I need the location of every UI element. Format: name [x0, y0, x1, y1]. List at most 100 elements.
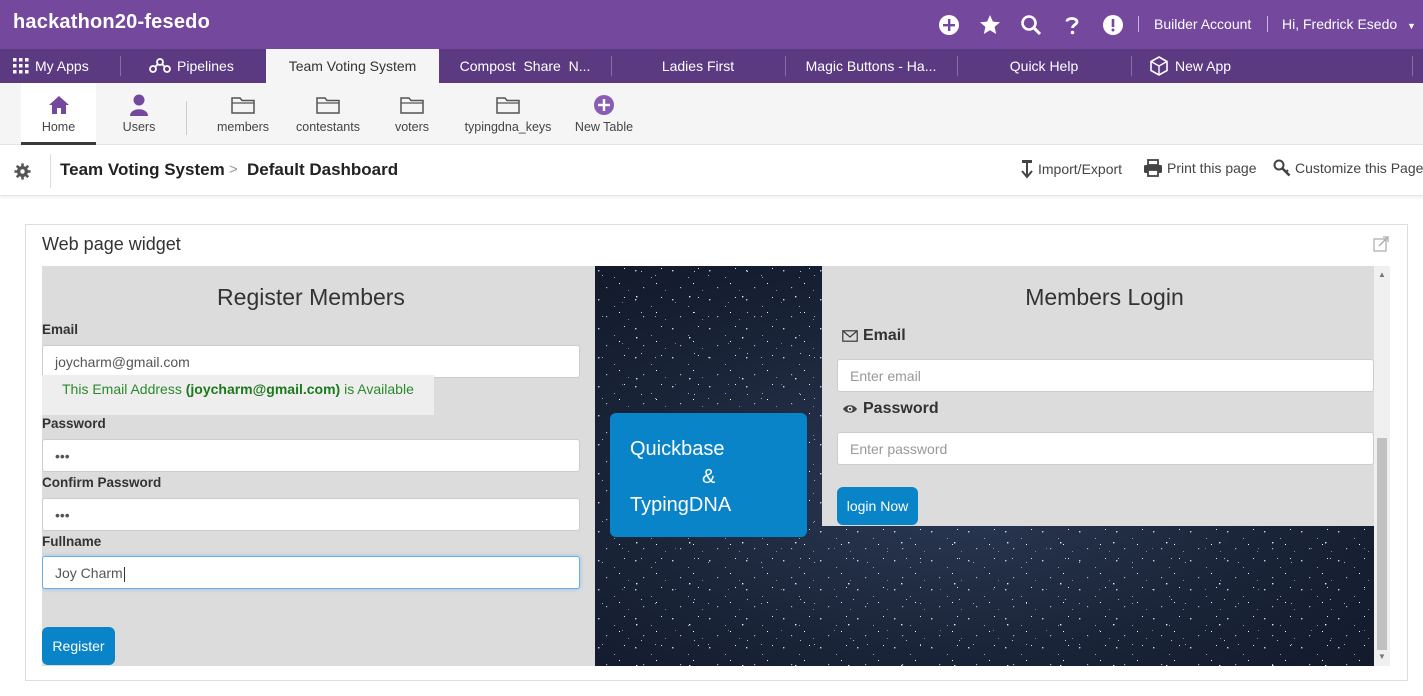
tab-label: Compost Share N...	[459, 58, 591, 74]
help-icon[interactable]	[1059, 12, 1085, 38]
email-label: Email	[42, 322, 79, 337]
eye-icon	[843, 405, 857, 413]
divider	[1138, 16, 1139, 32]
expand-icon[interactable]	[1373, 236, 1389, 257]
star-icon[interactable]	[977, 12, 1003, 38]
embedded-page: Register Members Email joycharm@gmail.co…	[42, 266, 1390, 666]
tab-label: New App	[1175, 58, 1232, 74]
availability-email: (joycharm@gmail.com)	[185, 381, 341, 397]
fullname-value: Joy Charm	[55, 565, 123, 581]
import-export-button[interactable]: Import/Export	[1020, 159, 1122, 179]
alert-icon[interactable]	[1100, 12, 1126, 38]
table-new-table[interactable]: New Table	[573, 83, 635, 145]
password-label: Password	[42, 416, 106, 431]
divider	[1267, 16, 1268, 32]
login-password-label: Password	[842, 400, 939, 418]
login-email-input[interactable]: Enter email	[837, 359, 1374, 392]
breadcrumb-app[interactable]: Team Voting System	[60, 160, 225, 180]
customize-page-button[interactable]: Customize this Page	[1273, 159, 1423, 177]
label-text: Password	[863, 400, 939, 417]
top-icon-group	[936, 12, 1141, 38]
action-label: Customize this Page	[1295, 160, 1423, 176]
home-icon	[48, 96, 69, 114]
table-label: typingdna_keys	[464, 120, 552, 134]
action-label: Print this page	[1167, 160, 1257, 176]
email-availability-message: This Email Address (joycharm@gmail.com) …	[42, 375, 434, 415]
chevron-down-icon: ▼	[1407, 21, 1416, 31]
tab-my-apps[interactable]: My Apps	[13, 49, 119, 83]
divider	[120, 56, 121, 76]
tab-ladies-first[interactable]: Ladies First	[612, 49, 784, 83]
table-home[interactable]: Home	[21, 83, 96, 145]
table-users[interactable]: Users	[114, 83, 164, 145]
confirm-password-label: Confirm Password	[42, 475, 162, 490]
register-password-field[interactable]: •••	[42, 439, 580, 472]
action-label: Import/Export	[1038, 161, 1123, 177]
table-members[interactable]: members	[213, 83, 273, 145]
table-bar: Home Users members contestants voters ty…	[0, 83, 1423, 145]
availability-text: This Email Address	[62, 381, 186, 397]
scroll-down-arrow-icon[interactable]: ▼	[1374, 650, 1390, 664]
scrollbar[interactable]: ▲ ▼	[1374, 266, 1390, 666]
register-email-field[interactable]: joycharm@gmail.com	[42, 345, 580, 378]
banner-line: Quickbase	[630, 438, 725, 460]
search-icon[interactable]	[1018, 12, 1044, 38]
table-voters[interactable]: voters	[391, 83, 433, 145]
register-panel: Register Members Email joycharm@gmail.co…	[42, 266, 595, 666]
tab-pipelines[interactable]: Pipelines	[149, 49, 259, 83]
tab-label: Pipelines	[177, 58, 234, 74]
envelope-icon	[842, 330, 858, 342]
tab-team-voting-system[interactable]: Team Voting System	[266, 49, 439, 83]
user-menu[interactable]: Hi, Fredrick Esedo ▼	[1282, 16, 1416, 32]
divider	[1131, 56, 1132, 76]
web-page-widget: Web page widget Register Members Email j…	[25, 224, 1408, 681]
table-label: Users	[122, 120, 156, 134]
user-icon	[130, 94, 148, 116]
confirm-password-field[interactable]: •••	[42, 498, 580, 531]
login-panel: Members Login Email Enter email Password…	[822, 266, 1374, 526]
tab-magic-buttons[interactable]: Magic Buttons - Ha...	[786, 49, 956, 83]
pipelines-icon	[149, 58, 171, 73]
printer-icon	[1144, 159, 1162, 177]
tab-new-app[interactable]: New App	[1149, 49, 1259, 83]
register-heading: Register Members	[217, 284, 405, 310]
text-cursor	[123, 566, 125, 582]
table-label: Home	[41, 120, 76, 134]
grid-icon	[13, 58, 29, 74]
fullname-field[interactable]: Joy Charm	[42, 556, 580, 589]
login-email-label: Email	[842, 327, 906, 345]
availability-text: is Available	[340, 381, 414, 397]
scroll-up-arrow-icon[interactable]: ▲	[1374, 268, 1390, 282]
label-text: Email	[863, 327, 906, 344]
import-export-icon	[1021, 160, 1033, 179]
tab-quick-help[interactable]: Quick Help	[958, 49, 1130, 83]
folder-icon	[231, 97, 255, 114]
table-contestants[interactable]: contestants	[296, 83, 360, 145]
banner-line: TypingDNA	[630, 494, 732, 516]
app-tabs-bar: My Apps Pipelines Team Voting System Com…	[0, 49, 1423, 83]
table-label: voters	[394, 120, 430, 134]
plus-circle-icon	[594, 95, 614, 115]
builder-account-link[interactable]: Builder Account	[1154, 16, 1251, 32]
fullname-label: Fullname	[42, 534, 102, 549]
register-button[interactable]: Register	[42, 627, 115, 665]
breadcrumb-bar: Team Voting System > Default Dashboard I…	[0, 146, 1423, 196]
gear-icon[interactable]	[14, 163, 31, 185]
app-name[interactable]: hackathon20-fesedo	[13, 11, 210, 34]
login-heading: Members Login	[1025, 284, 1184, 310]
login-button[interactable]: login Now	[837, 487, 918, 525]
table-typingdna-keys[interactable]: typingdna_keys	[463, 83, 553, 145]
table-label: members	[216, 120, 270, 134]
folder-icon	[316, 97, 340, 114]
tab-label: Quick Help	[1009, 58, 1079, 74]
login-password-input[interactable]: Enter password	[837, 432, 1374, 465]
divider	[50, 154, 51, 188]
tab-label: Team Voting System	[288, 58, 417, 74]
tab-label: Ladies First	[661, 58, 735, 74]
tab-compost-share[interactable]: Compost Share N...	[440, 49, 610, 83]
scrollbar-thumb[interactable]	[1377, 438, 1387, 650]
customize-icon	[1273, 159, 1291, 177]
plus-circle-icon[interactable]	[936, 12, 962, 38]
print-button[interactable]: Print this page	[1143, 159, 1257, 177]
divider	[186, 101, 187, 135]
